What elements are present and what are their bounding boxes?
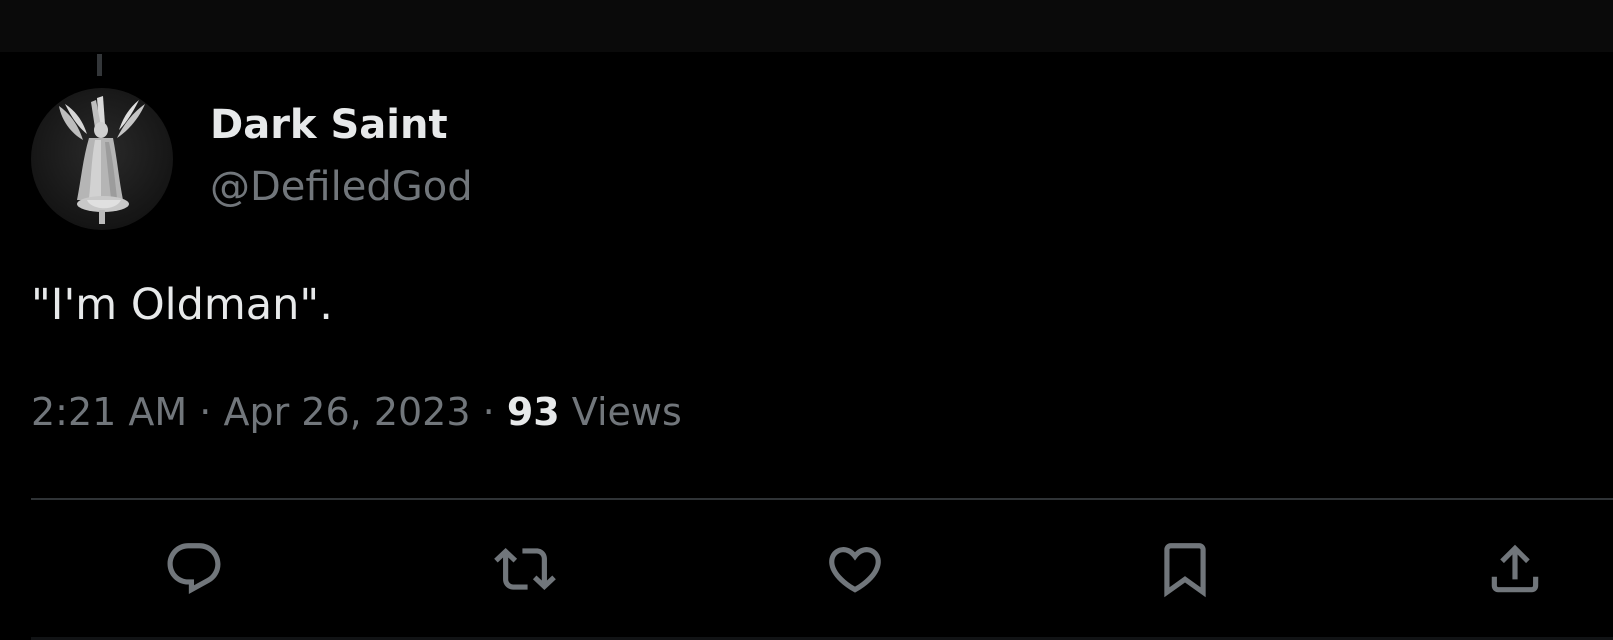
like-button[interactable] [820,534,890,604]
meta-separator: · [199,390,212,434]
views-count[interactable]: 93 [507,390,560,434]
avatar[interactable] [31,88,173,230]
retweet-button[interactable] [490,534,560,604]
meta-separator: · [482,390,495,434]
bookmark-button[interactable] [1150,534,1220,604]
tweet-date[interactable]: Apr 26, 2023 [223,390,470,434]
tweet-text: "I'm Oldman". [31,280,333,330]
views-label: Views [571,390,682,434]
heart-icon [829,547,881,593]
display-name[interactable]: Dark Saint [210,102,448,148]
reply-icon [167,543,221,595]
user-handle[interactable]: @DefiledGod [210,164,473,210]
top-header-band [0,0,1613,52]
reply-button[interactable] [159,534,229,604]
tweet-time[interactable]: 2:21 AM [31,390,187,434]
share-button[interactable] [1480,534,1550,604]
divider [31,498,1613,500]
thread-connector-line [97,54,102,76]
retweet-icon [494,548,556,590]
angel-statue-image [59,96,145,224]
bookmark-icon [1164,543,1206,598]
tweet-meta: 2:21 AM · Apr 26, 2023 · 93 Views [31,390,682,434]
share-icon [1491,544,1539,593]
